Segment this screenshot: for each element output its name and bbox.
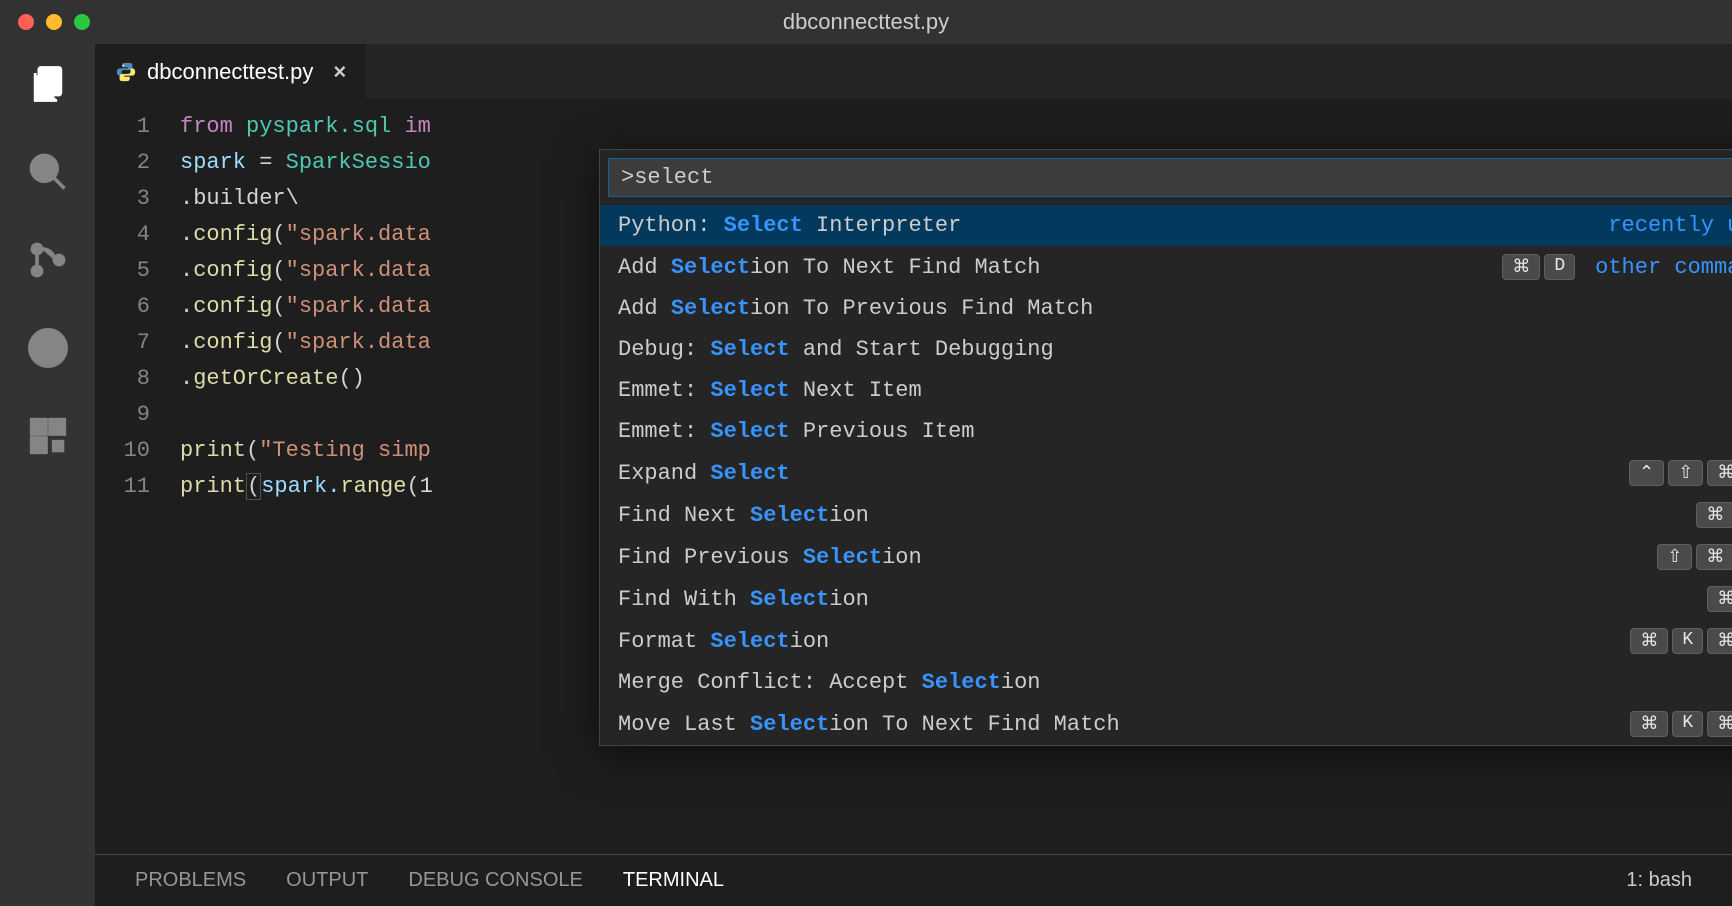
- source-control-icon[interactable]: [26, 238, 70, 282]
- command-palette-item[interactable]: Move Last Selection To Next Find Match ⌘K…: [600, 703, 1732, 745]
- line-number: 6: [95, 289, 150, 325]
- command-label: Emmet: Select Previous Item: [618, 419, 974, 444]
- keybinding: ⌃⇧⌘→: [1629, 460, 1732, 486]
- line-number: 1: [95, 109, 150, 145]
- tab-debug-console[interactable]: DEBUG CONSOLE: [408, 869, 582, 892]
- keybinding: ⇧⌘F3: [1657, 544, 1732, 570]
- command-label: Emmet: Select Next Item: [618, 378, 922, 403]
- line-number-gutter: 1234567891011: [95, 109, 180, 854]
- command-palette-item[interactable]: Find Next Selection ⌘F3: [600, 494, 1732, 536]
- titlebar: dbconnecttest.py: [0, 0, 1732, 44]
- line-number: 3: [95, 181, 150, 217]
- keybinding: ⌘K⌘D: [1630, 711, 1732, 737]
- tab-bar: dbconnecttest.py ×: [95, 44, 1732, 99]
- command-palette-item[interactable]: Merge Conflict: Accept Selection: [600, 662, 1732, 703]
- command-label: Debug: Select and Start Debugging: [618, 337, 1054, 362]
- terminal-selector[interactable]: 1: bash: [1626, 869, 1692, 892]
- command-label: Expand Select: [618, 461, 790, 486]
- explorer-icon[interactable]: [26, 62, 70, 106]
- search-icon[interactable]: [26, 150, 70, 194]
- command-label: Add Selection To Next Find Match: [618, 255, 1040, 280]
- command-palette-item[interactable]: Emmet: Select Previous Item: [600, 411, 1732, 452]
- window-close-button[interactable]: [18, 14, 34, 30]
- command-palette-input[interactable]: [608, 158, 1732, 197]
- command-palette-item[interactable]: Add Selection To Next Find Match ⌘D other …: [600, 246, 1732, 288]
- keybinding: ⌘F3: [1696, 502, 1732, 528]
- keybinding: ⌘D: [1502, 254, 1575, 280]
- python-icon: [115, 61, 137, 83]
- command-label: Add Selection To Previous Find Match: [618, 296, 1093, 321]
- line-number: 9: [95, 397, 150, 433]
- window-title: dbconnecttest.py: [783, 9, 949, 35]
- extensions-icon[interactable]: [26, 414, 70, 458]
- editor-body[interactable]: 1234567891011 from pyspark.sql imspark =…: [95, 99, 1732, 854]
- close-icon[interactable]: ×: [333, 59, 346, 85]
- command-label: Merge Conflict: Accept Selection: [618, 670, 1040, 695]
- command-label: Find Next Selection: [618, 503, 869, 528]
- command-label: Find Previous Selection: [618, 545, 922, 570]
- code-line[interactable]: from pyspark.sql im: [180, 109, 1732, 145]
- line-number: 5: [95, 253, 150, 289]
- command-palette: Python: Select Interpreter recently used A…: [599, 149, 1732, 746]
- command-label: Format Selection: [618, 629, 829, 654]
- tab-output[interactable]: OUTPUT: [286, 869, 368, 892]
- line-number: 8: [95, 361, 150, 397]
- traffic-lights: [18, 14, 90, 30]
- line-number: 7: [95, 325, 150, 361]
- command-palette-item[interactable]: Add Selection To Previous Find Match: [600, 288, 1732, 329]
- command-label: Find With Selection: [618, 587, 869, 612]
- command-hint: recently used: [1608, 213, 1732, 238]
- keybinding: ⌘K⌘F: [1630, 628, 1732, 654]
- command-palette-item[interactable]: Emmet: Select Next Item: [600, 370, 1732, 411]
- line-number: 2: [95, 145, 150, 181]
- tab-terminal[interactable]: TERMINAL: [623, 869, 724, 892]
- command-palette-list: Python: Select Interpreter recently used A…: [600, 205, 1732, 745]
- tab-label: dbconnecttest.py: [147, 59, 313, 85]
- command-label: Python: Select Interpreter: [618, 213, 961, 238]
- bottom-panel: PROBLEMS OUTPUT DEBUG CONSOLE TERMINAL 1…: [95, 854, 1732, 906]
- command-hint: other commands: [1595, 255, 1732, 280]
- command-label: Move Last Selection To Next Find Match: [618, 712, 1120, 737]
- activity-bar: [0, 44, 95, 906]
- command-palette-item[interactable]: Find With Selection ⌘E: [600, 578, 1732, 620]
- command-palette-item[interactable]: Format Selection ⌘K⌘F: [600, 620, 1732, 662]
- command-palette-item[interactable]: Expand Select ⌃⇧⌘→: [600, 452, 1732, 494]
- command-palette-item[interactable]: Find Previous Selection ⇧⌘F3: [600, 536, 1732, 578]
- command-palette-item[interactable]: Python: Select Interpreter recently used: [600, 205, 1732, 246]
- line-number: 11: [95, 469, 150, 505]
- keybinding: ⌘E: [1707, 586, 1732, 612]
- line-number: 4: [95, 217, 150, 253]
- line-number: 10: [95, 433, 150, 469]
- command-palette-item[interactable]: Debug: Select and Start Debugging: [600, 329, 1732, 370]
- debug-disabled-icon[interactable]: [26, 326, 70, 370]
- editor-area: dbconnecttest.py × 1234567891011 from py…: [95, 44, 1732, 906]
- window-maximize-button[interactable]: [74, 14, 90, 30]
- tab-file[interactable]: dbconnecttest.py ×: [95, 44, 366, 99]
- tab-problems[interactable]: PROBLEMS: [135, 869, 246, 892]
- window-minimize-button[interactable]: [46, 14, 62, 30]
